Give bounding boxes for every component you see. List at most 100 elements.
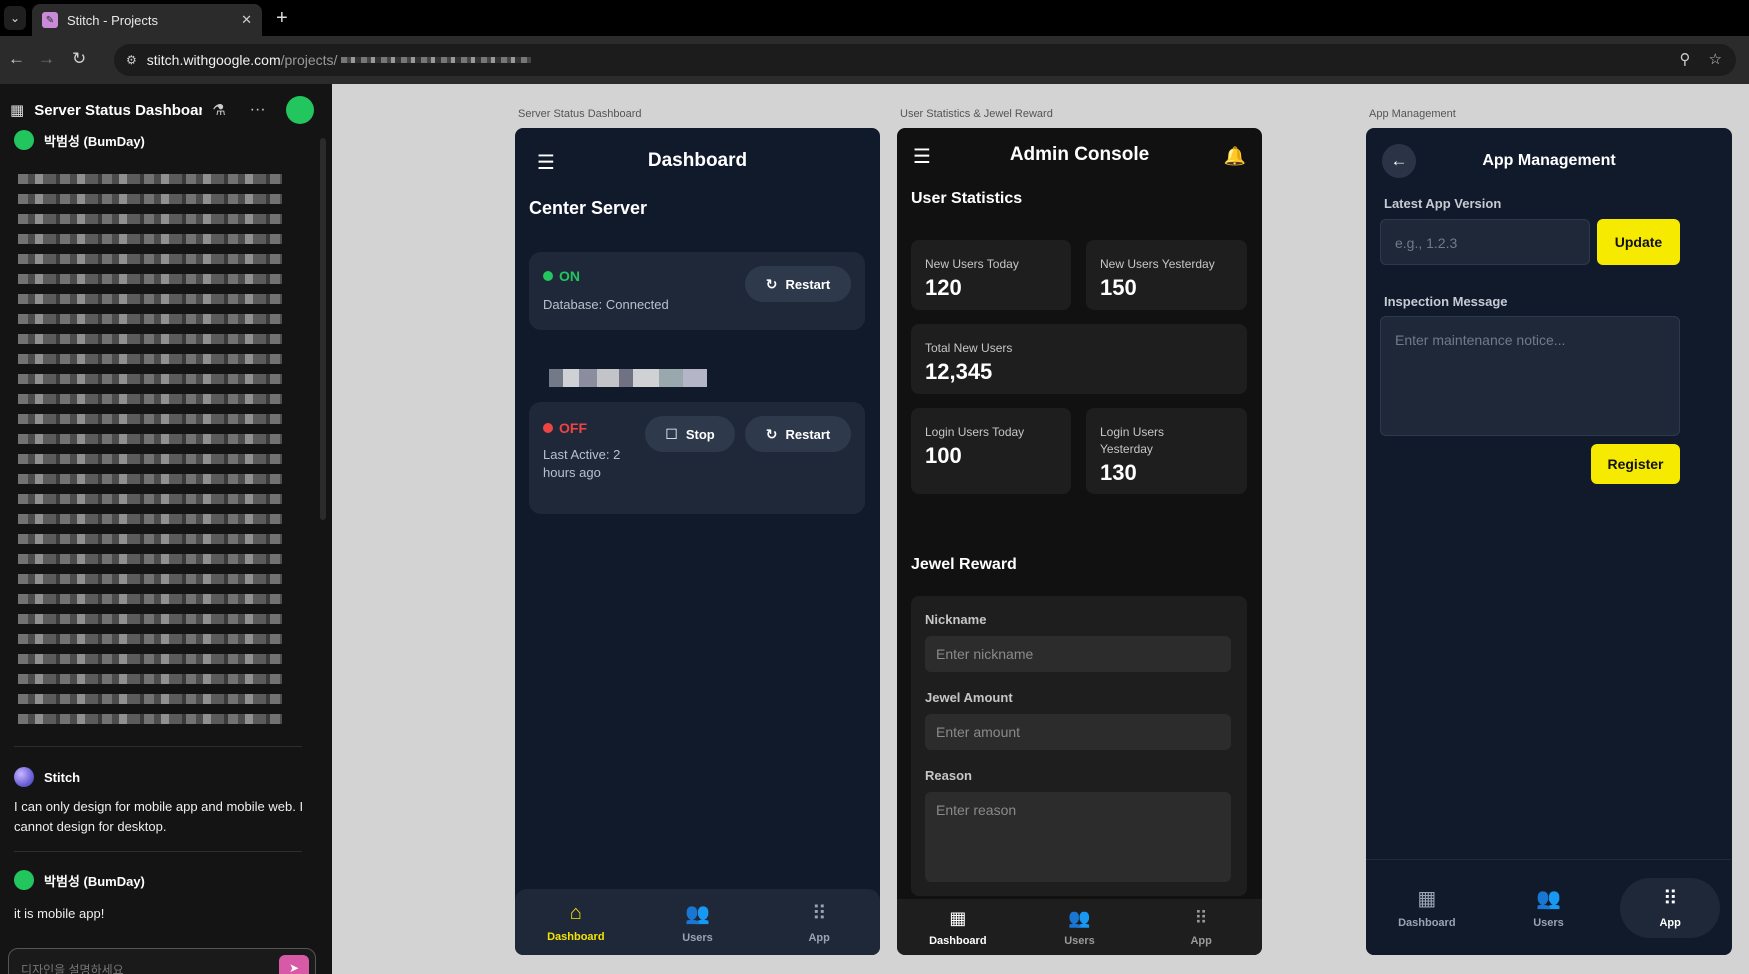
- new-tab-button[interactable]: +: [276, 6, 288, 30]
- section-heading: Jewel Reward: [911, 556, 1017, 573]
- address-bar: ← → ↻ ⚙ stitch.withgoogle.com /projects/…: [0, 36, 1749, 84]
- chat-message-text: it is mobile app!: [14, 906, 105, 921]
- server-card: ON Database: Connected ↻ Restart: [529, 252, 865, 330]
- design-canvas[interactable]: Server Status Dashboard ☰ Dashboard Cent…: [332, 84, 1749, 974]
- nav-label: Dashboard: [1398, 917, 1456, 929]
- status-dot-icon: [543, 423, 553, 433]
- reason-label: Reason: [925, 768, 972, 783]
- tab-search-button[interactable]: ⌄: [4, 6, 26, 30]
- nav-item-app[interactable]: ⠿ App: [1156, 908, 1246, 947]
- status-badge: OFF: [543, 420, 587, 436]
- apps-grid-icon: ⠿: [1194, 907, 1208, 928]
- home-icon: ⌂: [569, 901, 582, 924]
- avatar: [14, 870, 34, 890]
- back-arrow-icon[interactable]: ←: [8, 49, 25, 69]
- url-redacted: [341, 57, 532, 63]
- beaker-icon[interactable]: ⚗: [212, 101, 225, 119]
- app-version-input[interactable]: e.g., 1.2.3: [1380, 219, 1590, 265]
- stat-label: Login Users Yesterday: [1100, 425, 1165, 456]
- nav-label: Dashboard: [929, 934, 987, 947]
- nav-item-app[interactable]: ⠿ App: [774, 901, 864, 944]
- frame-label[interactable]: App Management: [1369, 108, 1456, 120]
- nav-item-dashboard[interactable]: ▦ Dashboard: [913, 908, 1003, 947]
- projects-grid-icon[interactable]: ▦: [10, 101, 24, 119]
- jewel-reward-form: Nickname Enter nickname Jewel Amount Ent…: [911, 596, 1247, 896]
- zoom-icon[interactable]: ⚲: [1680, 50, 1691, 68]
- browser-tab[interactable]: ✎ Stitch - Projects ✕: [32, 4, 262, 36]
- chat-sidebar: ▦ Server Status Dashboard ⚗ ··· 박범성 (Bum…: [0, 84, 332, 974]
- stat-value: 150: [1100, 275, 1137, 300]
- close-icon[interactable]: ✕: [241, 12, 252, 28]
- page-title: App Management: [1482, 152, 1616, 169]
- reload-icon[interactable]: ↻: [72, 49, 86, 69]
- update-button[interactable]: Update: [1597, 219, 1680, 265]
- stat-card: Login Users Yesterday 130: [1086, 408, 1247, 494]
- jewel-amount-input[interactable]: Enter amount: [925, 714, 1231, 750]
- back-arrow-icon[interactable]: ←: [1382, 144, 1416, 178]
- prompt-input[interactable]: 디자인을 설명하세요 ➤: [8, 948, 316, 974]
- stop-square-icon: ☐: [665, 425, 678, 442]
- nav-item-users[interactable]: 👥 Users: [1498, 886, 1598, 929]
- bottom-navigation: ⌂ Dashboard 👥 Users ⠿ App: [515, 889, 880, 955]
- url-path: /projects/: [280, 52, 338, 68]
- send-button[interactable]: ➤: [279, 955, 309, 974]
- sidebar-scrollbar[interactable]: [320, 138, 326, 520]
- bell-icon[interactable]: 🔔: [1224, 146, 1246, 167]
- inspection-message-label: Inspection Message: [1384, 294, 1508, 309]
- page-title: Dashboard: [647, 150, 748, 171]
- stat-value: 120: [925, 275, 962, 300]
- jewel-amount-label: Jewel Amount: [925, 690, 1013, 705]
- forward-arrow-icon[interactable]: →: [38, 49, 55, 69]
- tab-title: Stitch - Projects: [67, 12, 159, 28]
- server-detail: Last Active: 2 hours ago: [543, 447, 621, 480]
- stat-card: Login Users Today 100: [911, 408, 1071, 494]
- nickname-input[interactable]: Enter nickname: [925, 636, 1231, 672]
- url-field[interactable]: ⚙ stitch.withgoogle.com /projects/ ⚲ ☆: [114, 44, 1736, 76]
- redacted-message: [18, 164, 282, 724]
- nav-item-users[interactable]: 👥 Users: [652, 901, 742, 944]
- button-label: Restart: [785, 276, 831, 292]
- chat-message-text: I can only design for mobile app and mob…: [14, 799, 304, 834]
- app-bar: ← App Management: [1366, 128, 1732, 194]
- project-title[interactable]: Server Status Dashboard: [34, 102, 202, 119]
- nav-label: Dashboard: [547, 930, 605, 943]
- app-management-frame[interactable]: ← App Management Latest App Version e.g.…: [1366, 128, 1732, 955]
- hamburger-menu-icon[interactable]: ☰: [537, 150, 555, 175]
- restart-button[interactable]: ↻ Restart: [745, 416, 851, 452]
- section-heading: User Statistics: [911, 190, 1023, 207]
- page-title: Admin Console: [1009, 144, 1150, 165]
- nav-item-app[interactable]: ⠿ App: [1620, 877, 1721, 938]
- apps-grid-icon: ⠿: [1662, 888, 1678, 910]
- hamburger-menu-icon[interactable]: ☰: [913, 144, 931, 169]
- app-bar: ☰ Dashboard: [515, 128, 880, 194]
- reason-textarea[interactable]: Enter reason: [925, 792, 1231, 882]
- chat-message-author: 박범성 (BumDay): [0, 870, 332, 890]
- frame-label[interactable]: User Statistics & Jewel Reward: [900, 108, 1053, 120]
- status-text: OFF: [559, 420, 587, 436]
- server-status-frame[interactable]: ☰ Dashboard Center Server ON Database: C…: [515, 128, 880, 955]
- more-options-icon[interactable]: ···: [250, 101, 266, 119]
- dashboard-grid-icon: ▦: [949, 907, 967, 928]
- sidebar-header: ▦ Server Status Dashboard ⚗ ···: [0, 84, 332, 136]
- stat-card: Total New Users 12,345: [911, 324, 1247, 394]
- admin-console-frame[interactable]: ☰ Admin Console 🔔 User Statistics New Us…: [897, 128, 1262, 955]
- nav-item-dashboard[interactable]: ▦ Dashboard: [1377, 886, 1477, 929]
- frame-label[interactable]: Server Status Dashboard: [518, 108, 642, 120]
- stat-card: New Users Today 120: [911, 240, 1071, 310]
- avatar[interactable]: [285, 96, 314, 124]
- author-name: 박범성 (BumDay): [44, 873, 145, 889]
- redacted-server-name: [529, 369, 715, 387]
- restart-button[interactable]: ↻ Restart: [745, 266, 851, 302]
- nav-item-users[interactable]: 👥 Users: [1034, 908, 1124, 947]
- stat-label: New Users Yesterday: [1100, 257, 1215, 271]
- nav-item-dashboard[interactable]: ⌂ Dashboard: [531, 902, 621, 943]
- stop-button[interactable]: ☐ Stop: [645, 416, 735, 452]
- register-button[interactable]: Register: [1591, 444, 1680, 484]
- button-label: Restart: [785, 426, 831, 442]
- section-heading: Center Server: [529, 198, 648, 218]
- author-name: Stitch: [44, 769, 81, 785]
- inspection-message-textarea[interactable]: Enter maintenance notice...: [1380, 316, 1680, 436]
- site-info-icon[interactable]: ⚙: [126, 53, 137, 67]
- bookmark-star-icon[interactable]: ☆: [1709, 50, 1722, 68]
- app-bar: ☰ Admin Console 🔔: [897, 128, 1262, 182]
